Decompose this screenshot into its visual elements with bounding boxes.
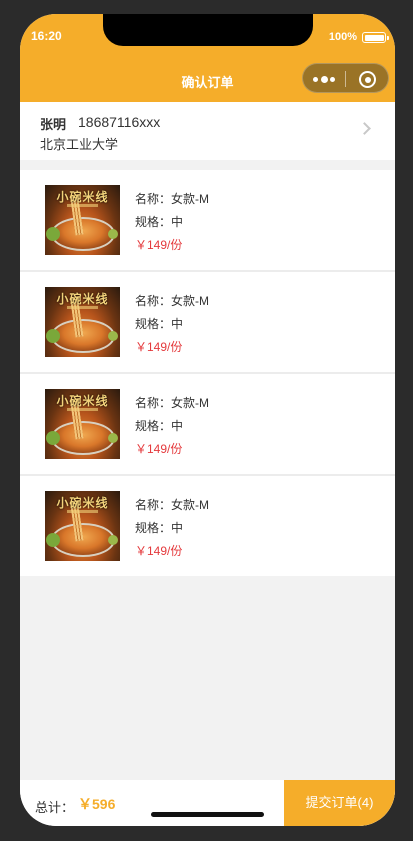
product-image-logo: 小碗米线 [56,496,109,510]
recipient-address: 北京工业大学 [40,137,119,152]
close-target-icon[interactable] [359,71,376,88]
product-price: ￥149/份 [135,442,183,456]
total-label: 总计： [35,800,75,815]
more-icon[interactable] [313,73,337,85]
product-image-logo: 小碗米线 [56,394,109,408]
product-name: 名称：女款-M [135,498,209,512]
order-item-list: 小碗米线 名称：女款-M 规格：中 ￥149/份 小碗米线 名称：女款-M 规格… [20,170,395,576]
product-spec: 规格：中 [135,521,184,535]
product-name: 名称：女款-M [135,294,209,308]
product-image: 小碗米线 [45,287,120,357]
product-image-logo: 小碗米线 [56,292,109,306]
notch [103,14,313,46]
status-time: 16:20 [31,29,62,43]
product-spec: 规格：中 [135,215,184,229]
list-item[interactable]: 小碗米线 名称：女款-M 规格：中 ￥149/份 [20,476,395,576]
product-name: 名称：女款-M [135,192,209,206]
product-price: ￥149/份 [135,238,183,252]
recipient-phone: 18687116xxx [78,114,161,130]
battery-percent: 100% [328,31,357,43]
product-price: ￥149/份 [135,544,183,558]
list-item[interactable]: 小碗米线 名称：女款-M 规格：中 ￥149/份 [20,170,395,272]
submit-order-button[interactable]: 提交订单(4) [284,780,395,826]
product-image: 小碗米线 [45,185,120,255]
total-amount: ￥596 [78,796,116,812]
list-item[interactable]: 小碗米线 名称：女款-M 规格：中 ￥149/份 [20,374,395,476]
product-image: 小碗米线 [45,389,120,459]
list-item[interactable]: 小碗米线 名称：女款-M 规格：中 ￥149/份 [20,272,395,374]
address-card[interactable]: 张明 18687116xxx 北京工业大学 [20,102,395,160]
product-spec: 规格：中 [135,419,184,433]
battery-icon [362,32,389,43]
product-spec: 规格：中 [135,317,184,331]
checkout-bar: 总计： ￥596 提交订单(4) [20,780,395,826]
phone-screen: 16:20 100% 确认订单 张明 18687116xxx 北京工业大学 小碗… [20,14,395,826]
home-indicator [151,812,264,817]
chevron-right-icon [358,122,371,135]
product-price: ￥149/份 [135,340,183,354]
product-image: 小碗米线 [45,491,120,561]
product-image-logo: 小碗米线 [56,190,109,204]
miniprogram-capsule [302,63,389,93]
recipient-name: 张明 [40,117,67,132]
product-name: 名称：女款-M [135,396,209,410]
